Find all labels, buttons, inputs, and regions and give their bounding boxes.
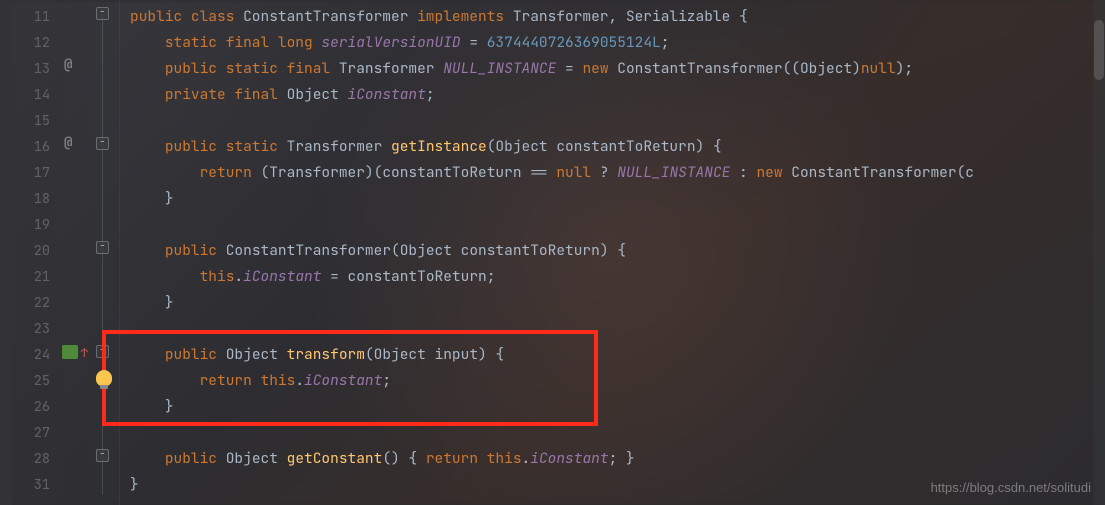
fold-toggle-icon[interactable] [96,7,109,20]
line-number[interactable]: 17 [12,160,60,186]
line-number[interactable]: 13 [12,56,60,82]
line-number[interactable]: 24 [12,342,60,368]
line-number-gutter[interactable]: 11 12 13 14 15 16 17 18 19 20 21 22 23 2… [12,0,60,505]
code-editor: 11 12 13 14 15 16 17 18 19 20 21 22 23 2… [0,0,1105,505]
code-line[interactable]: this.iConstant = constantToReturn; [130,264,1105,290]
code-line[interactable]: } [130,290,1105,316]
code-line[interactable] [130,420,1105,446]
line-number[interactable]: 20 [12,238,60,264]
code-line[interactable]: static final long serialVersionUID = 637… [130,30,1105,56]
code-line[interactable]: } [130,394,1105,420]
override-marker-icon[interactable]: @ [64,56,72,74]
fold-toggle-icon[interactable] [96,241,109,254]
line-number[interactable]: 18 [12,186,60,212]
scrollbar-thumb[interactable] [1094,20,1104,80]
code-line[interactable]: public Object transform(Object input) { [130,342,1105,368]
gutter-strip [0,0,12,505]
code-line[interactable]: return this.iConstant; [130,368,1105,394]
code-line[interactable]: public static Transformer getInstance(Ob… [130,134,1105,160]
fold-column[interactable] [90,0,120,505]
code-line[interactable] [130,212,1105,238]
selection-highlight [0,109,12,135]
intention-bulb-icon[interactable] [96,370,112,386]
code-area[interactable]: public class ConstantTransformer impleme… [120,0,1105,505]
code-line[interactable]: private final Object iConstant; [130,82,1105,108]
code-line[interactable]: public class ConstantTransformer impleme… [130,4,1105,30]
fold-toggle-icon[interactable] [96,345,109,358]
line-number[interactable]: 11 [12,4,60,30]
line-number[interactable]: 22 [12,290,60,316]
line-number[interactable]: 28 [12,446,60,472]
code-line[interactable] [130,108,1105,134]
fold-guide-line [102,14,103,495]
scrollbar-track[interactable] [1093,0,1105,505]
line-number[interactable]: 12 [12,30,60,56]
line-number[interactable]: 16 [12,134,60,160]
line-number[interactable]: 19 [12,212,60,238]
code-line[interactable]: return (Transformer)(constantToReturn ==… [130,160,1105,186]
code-line[interactable]: } [130,186,1105,212]
line-number[interactable]: 31 [12,472,60,498]
line-number[interactable]: 25 [12,368,60,394]
fold-toggle-icon[interactable] [96,137,109,150]
code-line[interactable]: public static final Transformer NULL_INS… [130,56,1105,82]
gutter-markers: @ @ [60,0,90,505]
line-number[interactable]: 23 [12,316,60,342]
override-marker-icon[interactable]: @ [64,134,72,152]
code-line[interactable] [130,316,1105,342]
line-number[interactable]: 26 [12,394,60,420]
fold-toggle-icon[interactable] [96,449,109,462]
line-number[interactable]: 15 [12,108,60,134]
line-number[interactable]: 27 [12,420,60,446]
line-number[interactable]: 21 [12,264,60,290]
code-line[interactable]: public Object getConstant() { return thi… [130,446,1105,472]
code-line[interactable]: public ConstantTransformer(Object consta… [130,238,1105,264]
line-number[interactable]: 14 [12,82,60,108]
vcs-change-marker-icon[interactable] [62,345,78,359]
watermark-text: https://blog.csdn.net/solitudi [931,480,1091,495]
